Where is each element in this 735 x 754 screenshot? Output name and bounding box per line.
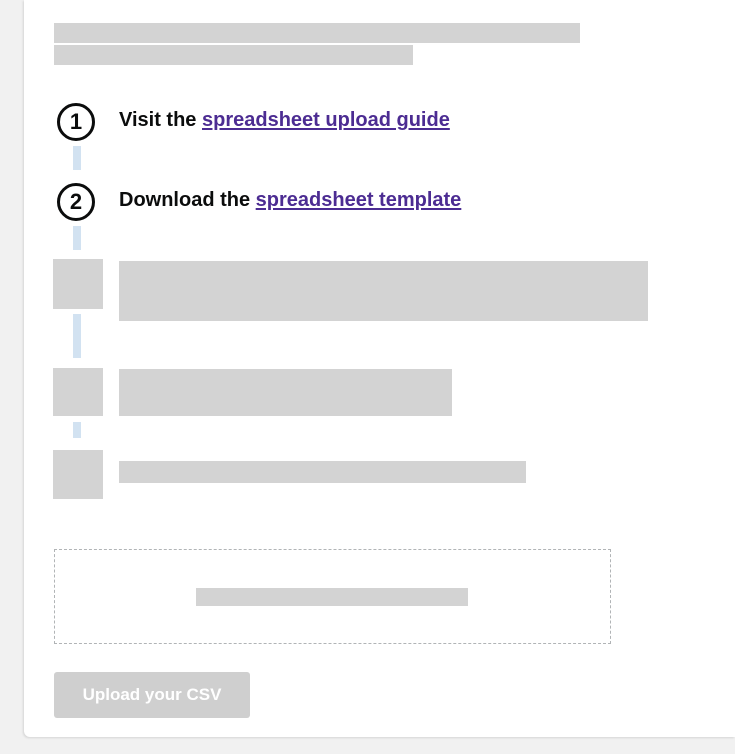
drop-zone-label-placeholder (196, 588, 468, 606)
step-5-number-placeholder (53, 450, 103, 499)
intro-placeholder-line-2 (54, 45, 413, 65)
step-connector (73, 422, 81, 438)
spreadsheet-template-link[interactable]: spreadsheet template (256, 189, 462, 211)
step-2-number: 2 (57, 183, 95, 221)
step-connector (73, 314, 81, 358)
step-4-text-placeholder (119, 369, 452, 416)
step-connector (73, 146, 81, 170)
step-2-prefix: Download the (119, 189, 256, 211)
step-3-number-placeholder (53, 259, 103, 309)
step-1-text: Visit the spreadsheet upload guide (119, 108, 450, 132)
step-4-number-placeholder (53, 368, 103, 416)
step-2-text: Download the spreadsheet template (119, 188, 461, 212)
step-1-number: 1 (57, 103, 95, 141)
step-3-text-placeholder (119, 261, 648, 321)
step-1-prefix: Visit the (119, 109, 202, 131)
intro-placeholder-line-1 (54, 23, 580, 43)
step-connector (73, 226, 81, 250)
step-5-text-placeholder (119, 461, 526, 483)
spreadsheet-upload-guide-link[interactable]: spreadsheet upload guide (202, 109, 450, 131)
file-drop-zone[interactable] (54, 549, 611, 644)
upload-csv-button[interactable]: Upload your CSV (54, 672, 250, 718)
